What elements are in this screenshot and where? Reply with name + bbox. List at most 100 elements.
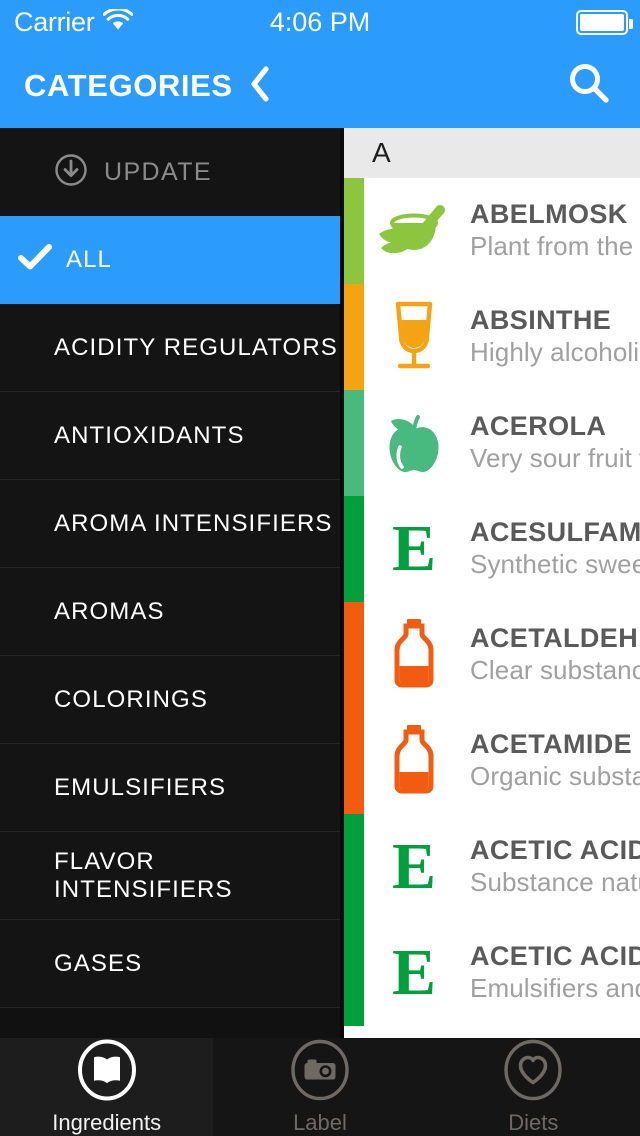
ingredient-icon [368,296,460,379]
e-number-icon: E [391,936,437,1009]
category-color-stripe [344,708,364,814]
nav-title-group[interactable]: CATEGORIES [24,65,271,108]
sidebar-item-label: AROMAS [54,597,165,625]
tab-ingredients[interactable]: Ingredients [0,1038,214,1136]
ingredient-title: ACETAMIDE [470,729,633,760]
sidebar-item-label: GASES [54,949,143,977]
e-number-icon: E [391,512,437,585]
chevron-left-icon[interactable] [247,65,271,108]
ingredient-text: ABSINTHE Highly alcoholic [470,305,640,368]
ingredient-icon: E [368,834,460,900]
ingredient-icon: E [368,940,460,1006]
ingredient-row[interactable]: E ACETIC ACID Emulsifiers and [344,920,640,1026]
ingredient-row[interactable]: ACETAMIDE Organic substa [344,708,640,814]
section-header-letter: A [344,128,640,178]
bottle-icon [375,720,453,803]
camera-icon [289,1039,351,1106]
clock-label: 4:06 PM [269,6,371,37]
sidebar-item-gases[interactable]: GASES [0,920,340,1008]
sidebar-item-acidity-regulators[interactable]: ACIDITY REGULATORS [0,304,340,392]
category-drawer: UPDATE ALL ACIDITY REGULATORS ANTIOXIDANTS… [0,128,340,1038]
search-icon[interactable] [566,61,612,112]
ingredient-subtitle: Very sour fruit w [470,443,640,474]
sidebar-item-colorings[interactable]: COLORINGS [0,656,340,744]
category-color-stripe [344,920,364,1026]
ingredient-icon [368,190,460,273]
ingredient-row[interactable]: ACETALDEH Clear substanc [344,602,640,708]
ingredient-row[interactable]: ABSINTHE Highly alcoholic [344,284,640,390]
tab-bar: Ingredients Label Diets [0,1038,640,1136]
ingredient-icon [368,402,460,485]
sidebar-item-emulsifiers[interactable]: EMULSIFIERS [0,744,340,832]
sidebar-item-flavor-intensifiers[interactable]: FLAVOR INTENSIFIERS [0,832,340,920]
ingredient-title: ACETIC ACID [470,835,640,866]
update-button[interactable]: UPDATE [0,128,340,216]
sidebar-item-aroma-intensifiers[interactable]: AROMA INTENSIFIERS [0,480,340,568]
ingredient-list: ABELMOSK Plant from the ABSINTHE Highly alc… [344,178,640,1026]
ingredient-title: ABELMOSK [470,199,628,230]
ingredient-title: ABSINTHE [470,305,612,336]
apple-icon [375,402,453,485]
sidebar-item-label: ACIDITY REGULATORS [54,333,338,361]
e-number-icon: E [391,830,437,903]
sidebar-item-aromas[interactable]: AROMAS [0,568,340,656]
ingredient-text: ACETAMIDE Organic substa [470,729,640,792]
ingredient-row[interactable]: E ACETIC ACID Substance natu [344,814,640,920]
ingredient-subtitle: Synthetic swee [470,549,640,580]
ingredient-row[interactable]: ABELMOSK Plant from the [344,178,640,284]
category-color-stripe [344,284,364,390]
ingredient-text: ACESULFAM Synthetic swee [470,517,640,580]
heart-icon [502,1039,564,1106]
battery-icon [576,9,633,35]
sidebar-item-label: COLORINGS [54,685,208,713]
tab-label-label: Label [293,1109,347,1135]
sidebar-item-label: EMULSIFIERS [54,773,227,801]
tab-diets[interactable]: Diets [427,1038,640,1136]
status-bar-right [576,9,633,35]
ingredient-text: ACETIC ACID Substance natu [470,835,640,898]
mortar-pestle-icon [375,190,453,273]
ingredient-text: ABELMOSK Plant from the [470,199,633,262]
ingredient-subtitle: Organic substa [470,761,640,792]
sidebar-item-label: FLAVOR INTENSIFIERS [54,847,233,903]
tab-label[interactable]: Label [213,1038,426,1136]
ingredient-text: ACETALDEH Clear substanc [470,623,640,686]
sidebar-item-label: ALL [66,246,113,273]
sidebar-item-antioxidants[interactable]: ANTIOXIDANTS [0,392,340,480]
category-menu-list: ALL ACIDITY REGULATORS ANTIOXIDANTS AROMA I… [0,216,340,1008]
ingredient-list-panel: A ABELMOSK Plant from the ABSINTHE Highly a… [344,128,640,1038]
ingredient-icon [368,614,460,697]
sidebar-item-label: ANTIOXIDANTS [54,421,245,449]
ingredient-text: ACEROLA Very sour fruit w [470,411,640,474]
ingredient-subtitle: Clear substanc [470,655,640,686]
ingredient-text: ACETIC ACID Emulsifiers and [470,941,640,1004]
category-color-stripe [344,814,364,920]
nav-bar: CATEGORIES [0,44,640,128]
category-color-stripe [344,390,364,496]
bottle-icon [375,614,453,697]
ingredient-row[interactable]: ACEROLA Very sour fruit w [344,390,640,496]
ingredient-title: ACEROLA [470,411,607,442]
sidebar-item-all[interactable]: ALL [0,216,340,304]
category-color-stripe [344,178,364,284]
ingredient-row[interactable]: E ACESULFAM Synthetic swee [344,496,640,602]
app-screen: Carrier 4:06 PM CATEGORIES UPDATE ALL AC… [0,0,640,1136]
tab-diets-label: Diets [508,1109,559,1135]
ingredient-title: ACETIC ACID [470,941,640,972]
book-icon [76,1039,138,1106]
ingredient-subtitle: Plant from the [470,231,634,262]
ingredient-subtitle: Emulsifiers and [470,973,640,1004]
drawer-edge [340,128,344,1038]
page-title: CATEGORIES [24,68,233,103]
checkmark-icon [8,243,62,278]
category-color-stripe [344,496,364,602]
tab-ingredients-label: Ingredients [52,1109,162,1135]
status-bar: Carrier 4:06 PM [0,0,640,44]
ingredient-icon: E [368,516,460,582]
update-label: UPDATE [104,157,212,186]
category-color-stripe [344,602,364,708]
ingredient-subtitle: Highly alcoholic [470,337,640,368]
sidebar-item-label: AROMA INTENSIFIERS [54,509,333,537]
ingredient-subtitle: Substance natu [470,867,640,898]
ingredient-title: ACESULFAM [470,517,640,548]
